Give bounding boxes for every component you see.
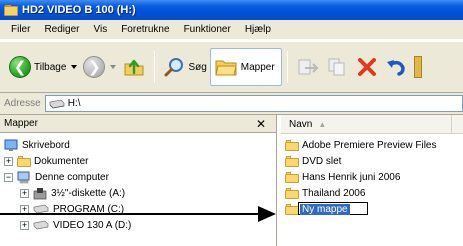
views-icon [413,56,422,78]
folders-button[interactable]: Mapper [209,48,282,86]
list-item[interactable]: Adobe Premiere Preview Files [285,138,437,153]
tree-item-this-computer[interactable]: − Denne computer [4,169,109,185]
folder-icon [285,188,299,199]
list-item-label: Thailand 2006 [302,188,366,199]
address-bar: Adresse H:\ [0,93,463,115]
menu-help[interactable]: Hjælp [238,24,278,35]
desktop-icon [4,139,18,151]
delete-button[interactable] [353,48,381,86]
search-icon [164,58,184,77]
tree-item-video-d[interactable]: + VIDEO 130 A (D:) [20,217,131,233]
menu-bar: Filer Rediger Vis Foretrukne Funktioner … [0,20,463,40]
explorer-window: HD2 VIDEO B 100 (H:) Filer Rediger Vis F… [0,0,463,246]
copy-to-icon [328,58,345,76]
undo-button[interactable] [381,48,411,86]
name-column-header[interactable]: Navn ▲ [281,115,452,134]
list-item-label: Hans Henrik juni 2006 [302,172,401,183]
forward-arrow-icon: ❯ [83,56,106,78]
folders-pane: Mapper ✕ Skrivebord + Dokumenter − Denne… [0,115,277,246]
tree-item-label: Dokumenter [34,155,89,167]
rename-text: Ny mappe [300,204,350,215]
folders-label: Mapper [240,61,275,73]
folders-pane-header: Mapper ✕ [0,115,276,133]
collapse-icon[interactable]: − [4,172,13,182]
list-item[interactable]: Hans Henrik juni 2006 [285,170,400,185]
annotation-arrow-line [0,213,262,215]
tree-item-label: 3½"-diskette (A:) [51,187,126,199]
expand-icon[interactable]: + [20,188,29,198]
folder-icon [285,156,299,167]
up-folder-icon [124,59,144,76]
back-button[interactable]: ❮ Tilbage [6,48,80,86]
search-button[interactable]: Søg [160,48,209,86]
folder-icon [4,4,18,16]
move-to-icon [298,59,319,75]
title-bar[interactable]: HD2 VIDEO B 100 (H:) [0,0,463,20]
forward-dropdown-icon[interactable] [110,65,117,69]
folder-icon [285,204,299,215]
back-dropdown-icon[interactable] [71,65,78,69]
tree-item-floppy[interactable]: + 3½"-diskette (A:) [20,185,125,201]
address-value: H:\ [67,98,81,109]
menu-favorites[interactable]: Foretrukne [114,24,176,35]
menu-view[interactable]: Vis [86,24,114,35]
expand-icon[interactable]: + [4,156,13,166]
sort-ascending-icon: ▲ [318,120,327,129]
rename-field[interactable]: Ny mappe [298,202,368,215]
folder-icon [285,172,299,183]
drive-icon [33,220,49,230]
folders-pane-title: Mapper [4,118,38,129]
menu-edit[interactable]: Rediger [37,24,86,35]
move-to-button[interactable] [293,48,323,86]
name-column-label: Navn [289,119,313,130]
file-list: Navn ▲ Adobe Premiere Preview Files DVD … [281,115,463,246]
toolbar: ❮ Tilbage ❯ Søg Mapper [0,41,463,93]
toolbar-separator [154,51,156,83]
folders-icon [215,60,237,76]
list-item[interactable]: DVD slet [285,154,341,169]
back-arrow-icon: ❮ [9,56,31,78]
address-label: Adresse [4,98,41,109]
tree-item-documents[interactable]: + Dokumenter [4,153,88,169]
undo-icon [386,60,405,76]
tree-item-label: VIDEO 130 A (D:) [53,219,132,231]
forward-button[interactable]: ❯ [80,48,119,86]
tree-item-desktop[interactable]: Skrivebord [4,137,70,153]
window-title: HD2 VIDEO B 100 (H:) [22,4,136,16]
menu-tools[interactable]: Funktioner [177,24,238,35]
list-item[interactable]: Thailand 2006 [285,186,365,201]
annotation-arrowhead-icon [258,206,276,222]
documents-folder-icon [17,155,31,167]
search-label: Søg [188,61,207,73]
back-label: Tilbage [34,61,67,73]
column-header-row: Navn ▲ [281,115,463,134]
close-pane-icon[interactable]: ✕ [256,117,266,131]
tree-item-label: Denne computer [35,171,109,183]
floppy-icon [33,187,47,199]
toolbar-separator [286,51,288,83]
computer-icon [17,171,30,183]
list-item-label: Adobe Premiere Preview Files [302,140,437,151]
copy-to-button[interactable] [323,48,353,86]
tree-item-label: Skrivebord [22,139,70,151]
drive-icon [49,99,65,108]
folder-icon [285,140,299,151]
list-item-label: DVD slet [302,156,342,167]
views-button[interactable] [411,48,425,86]
address-field[interactable]: H:\ [44,95,463,112]
menu-file[interactable]: Filer [4,24,37,35]
delete-x-icon [357,58,376,76]
up-folder-button[interactable] [119,48,149,86]
expand-icon[interactable]: + [20,220,29,230]
